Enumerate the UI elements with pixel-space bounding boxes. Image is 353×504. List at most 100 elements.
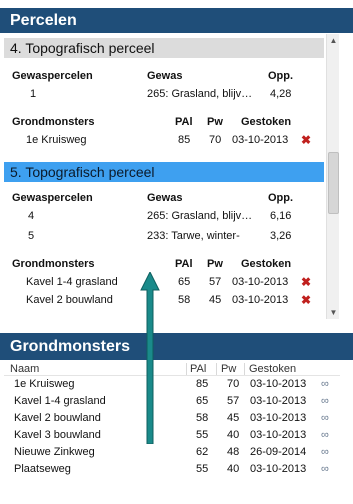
perceel-5-title[interactable]: 5. Topografisch perceel (4, 162, 324, 182)
gewas-row[interactable]: 1 265: Grasland, blijv… 4,28 (4, 86, 324, 102)
cell-pw: 48 (227, 446, 240, 458)
scroll-up-icon[interactable]: ▲ (329, 36, 338, 45)
grondmonster-gestoken: 03-10-2013 (232, 134, 289, 146)
gewas-opp: 3,26 (270, 230, 292, 242)
gewas-opp: 6,16 (270, 210, 292, 222)
cell-gestoken: 03-10-2013 (250, 395, 307, 407)
pw-label: Pw (207, 258, 223, 270)
grondmonster-row[interactable]: Kavel 2 bouwland 58 45 03-10-2013 ✖ (4, 292, 324, 308)
gewas-name: 233: Tarwe, winter- (147, 230, 240, 242)
gestoken-label: Gestoken (241, 258, 292, 270)
pal-label: PAl (175, 258, 193, 270)
arrow-up-annotation (140, 272, 160, 444)
grondmonster-row[interactable]: Kavel 1-4 grasland 65 57 03-10-2013 ✖ (4, 274, 324, 290)
cell-gestoken: 03-10-2013 (250, 463, 307, 475)
link-icon[interactable]: ∞ (321, 445, 329, 459)
cell-gestoken: 03-10-2013 (250, 429, 307, 441)
gewas-row[interactable]: 5 233: Tarwe, winter- 3,26 (4, 228, 324, 244)
cell-pw: 70 (227, 378, 240, 390)
col-gestoken[interactable]: Gestoken (249, 362, 296, 376)
col-pw[interactable]: Pw (221, 362, 236, 376)
grondmonsters-label: Grondmonsters (12, 258, 95, 270)
gewas-row[interactable]: 4 265: Grasland, blijv… 6,16 (4, 208, 324, 224)
grondmonster-pw: 57 (209, 276, 222, 288)
percelen-scrollbar[interactable]: ▲ ▼ (326, 34, 339, 319)
opp-label: Opp. (268, 70, 294, 82)
table-header: Naam PAl Pw Gestoken (4, 362, 340, 376)
grondmonster-pw: 70 (209, 134, 222, 146)
cell-pal: 55 (196, 429, 209, 441)
perceel-4-title[interactable]: 4. Topografisch perceel (4, 38, 324, 58)
grondmonster-pw: 45 (209, 294, 222, 306)
link-icon[interactable]: ∞ (321, 428, 329, 442)
grondmonster-name: Kavel 1-4 grasland (26, 276, 118, 288)
link-icon[interactable]: ∞ (321, 377, 329, 391)
col-naam[interactable]: Naam (10, 362, 39, 376)
grondmonsters-panel-header: Grondmonsters (0, 333, 353, 360)
percelen-panel-header: Percelen (0, 8, 353, 33)
gewas-label: Gewas (147, 70, 183, 82)
cell-pal: 55 (196, 463, 209, 475)
perceel-4-gewas-header: Gewaspercelen Gewas Opp. (4, 68, 324, 84)
link-icon[interactable]: ∞ (321, 462, 329, 476)
gestoken-label: Gestoken (241, 116, 292, 128)
scroll-down-icon[interactable]: ▼ (329, 308, 338, 317)
opp-label: Opp. (268, 192, 294, 204)
grondmonster-gestoken: 03-10-2013 (232, 276, 289, 288)
gewas-label: Gewas (147, 192, 183, 204)
table-row[interactable]: 1e Kruisweg 85 70 03-10-2013 ∞ (4, 377, 340, 394)
table-row[interactable]: Kavel 1-4 grasland 65 57 03-10-2013 ∞ (4, 394, 340, 411)
scroll-thumb[interactable] (328, 152, 339, 214)
table-row[interactable]: Kavel 2 bouwland 58 45 03-10-2013 ∞ (4, 411, 340, 428)
cell-gestoken: 03-10-2013 (250, 378, 307, 390)
cell-naam: Plaatseweg (14, 463, 71, 475)
gewas-name: 265: Grasland, blijv… (147, 88, 253, 100)
column-separator[interactable] (244, 363, 245, 375)
grondmonsters-label: Grondmonsters (12, 116, 95, 128)
cell-naam: 1e Kruisweg (14, 378, 75, 390)
link-icon[interactable]: ∞ (321, 394, 329, 408)
cell-pal: 62 (196, 446, 209, 458)
cell-pal: 65 (196, 395, 209, 407)
cell-pal: 58 (196, 412, 209, 424)
grondmonster-name: 1e Kruisweg (26, 134, 87, 146)
gewas-nr: 4 (28, 210, 35, 222)
grondmonster-name: Kavel 2 bouwland (26, 294, 113, 306)
table-row[interactable]: Kavel 3 bouwland 55 40 03-10-2013 ∞ (4, 428, 340, 445)
cell-pw: 40 (227, 429, 240, 441)
cell-naam: Nieuwe Zinkweg (14, 446, 95, 458)
perceel-5-gewas-header: Gewaspercelen Gewas Opp. (4, 190, 324, 206)
gewaspercelen-label: Gewaspercelen (12, 70, 93, 82)
cell-naam: Kavel 2 bouwland (14, 412, 101, 424)
gewas-opp: 4,28 (270, 88, 292, 100)
pw-label: Pw (207, 116, 223, 128)
cell-pw: 40 (227, 463, 240, 475)
grondmonster-gestoken: 03-10-2013 (232, 294, 289, 306)
col-pal[interactable]: PAl (190, 362, 206, 376)
column-separator[interactable] (186, 363, 187, 375)
grondmonster-row[interactable]: 1e Kruisweg 85 70 03-10-2013 ✖ (4, 132, 324, 148)
delete-icon[interactable]: ✖ (301, 132, 311, 148)
percelen-list[interactable]: 4. Topografisch perceel Gewaspercelen Ge… (4, 34, 324, 319)
perceel-4-grond-header: Grondmonsters PAl Pw Gestoken (4, 114, 324, 130)
table-row[interactable]: Plaatseweg 55 40 03-10-2013 ∞ (4, 462, 340, 479)
column-separator[interactable] (216, 363, 217, 375)
cell-gestoken: 26-09-2014 (250, 446, 307, 458)
grondmonster-pal: 58 (178, 294, 191, 306)
grondmonster-pal: 85 (178, 134, 191, 146)
link-icon[interactable]: ∞ (321, 411, 329, 425)
gewas-nr: 5 (28, 230, 35, 242)
delete-icon[interactable]: ✖ (301, 292, 311, 308)
pal-label: PAl (175, 116, 193, 128)
grondmonster-pal: 65 (178, 276, 191, 288)
cell-gestoken: 03-10-2013 (250, 412, 307, 424)
cell-pw: 45 (227, 412, 240, 424)
cell-pw: 57 (227, 395, 240, 407)
cell-naam: Kavel 1-4 grasland (14, 395, 106, 407)
table-row[interactable]: Nieuwe Zinkweg 62 48 26-09-2014 ∞ (4, 445, 340, 462)
delete-icon[interactable]: ✖ (301, 274, 311, 290)
gewaspercelen-label: Gewaspercelen (12, 192, 93, 204)
cell-naam: Kavel 3 bouwland (14, 429, 101, 441)
perceel-5-grond-header: Grondmonsters PAl Pw Gestoken (4, 256, 324, 272)
gewas-nr: 1 (30, 88, 37, 100)
